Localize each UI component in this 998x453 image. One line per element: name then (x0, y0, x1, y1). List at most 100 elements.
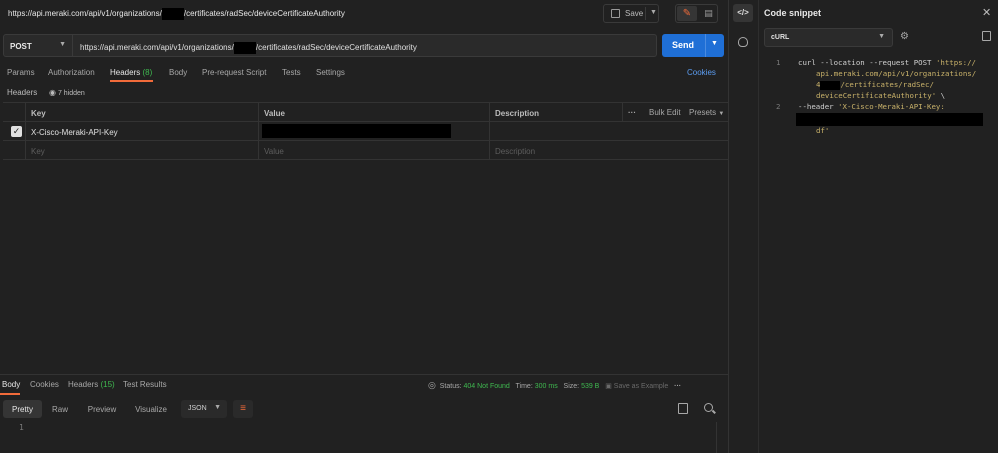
response-headers-count: (15) (100, 380, 115, 389)
send-label: Send (672, 40, 695, 50)
copy-icon[interactable] (678, 403, 688, 414)
code-line: 4/certificates/radSec/ (816, 80, 934, 90)
redacted-org-id (161, 8, 184, 20)
copy-snippet-icon[interactable] (982, 31, 991, 41)
gear-icon[interactable]: ⚙ (900, 31, 909, 42)
wrap-lines-icon[interactable]: ≡ (233, 400, 253, 418)
chevron-down-icon: ▼ (878, 33, 885, 40)
new-key-input[interactable]: Key (25, 141, 258, 159)
size-value[interactable]: 539 B (581, 383, 599, 390)
column-header-description: Description (489, 103, 622, 121)
column-header-value: Value (258, 103, 489, 121)
url-input[interactable]: https://api.meraki.com/api/v1/organizati… (73, 34, 657, 57)
tab-tests[interactable]: Tests (282, 68, 301, 77)
header-description-cell[interactable] (489, 122, 728, 140)
response-tab-headers[interactable]: Headers (15) (68, 380, 115, 389)
bulk-edit-button[interactable]: Bulk Edit (649, 108, 681, 117)
more-options-icon[interactable]: ··· (628, 108, 636, 117)
snippet-language-select[interactable]: cURL ▼ (764, 28, 893, 47)
language-label: cURL (771, 34, 790, 41)
hidden-headers-toggle[interactable]: ◉ 7 hidden (49, 88, 85, 97)
view-preview[interactable]: Preview (83, 400, 121, 418)
time-label: Time: (515, 383, 533, 390)
presets-label: Presets (689, 108, 717, 117)
tab-params[interactable]: Params (7, 68, 35, 77)
save-example-label: Save as Example (613, 383, 669, 390)
format-label: JSON (188, 405, 207, 412)
eye-icon: ◉ (49, 88, 56, 97)
header-value-cell[interactable] (258, 122, 489, 140)
close-icon[interactable]: ✕ (982, 6, 991, 19)
size-label: Size: (563, 383, 580, 390)
tab-authorization[interactable]: Authorization (48, 68, 95, 77)
table-row: ✓ X-Cisco-Meraki-API-Key (3, 121, 728, 141)
request-bar: POST ▼ https://api.meraki.com/api/v1/org… (3, 34, 728, 57)
view-visualize[interactable]: Visualize (131, 400, 171, 418)
code-snippet-icon[interactable]: </> (733, 4, 753, 22)
view-raw[interactable]: Raw (47, 400, 73, 418)
chevron-down-icon: ▼ (718, 111, 725, 117)
table-row: Key Value Description (3, 140, 728, 160)
tab-headers[interactable]: Headers (8) (110, 68, 152, 77)
method-select[interactable]: POST ▼ (3, 34, 73, 57)
response-tab-cookies[interactable]: Cookies (30, 380, 59, 389)
view-pretty[interactable]: Pretty (3, 400, 42, 418)
hidden-count-label: 7 hidden (57, 90, 85, 97)
pane-divider[interactable] (728, 0, 729, 453)
code-line: df' (816, 126, 830, 135)
headers-table: Key Value Description ··· Bulk Edit Pres… (3, 102, 728, 160)
documentation-icon[interactable]: ▤ (700, 6, 717, 21)
more-options-icon[interactable]: ··· (674, 383, 681, 390)
send-options-chevron-icon[interactable]: ▼ (711, 40, 718, 47)
status-value[interactable]: 404 Not Found (464, 383, 510, 390)
response-status-bar: ◎ Status: 404 Not Found Time: 300 ms Siz… (428, 380, 681, 391)
send-button[interactable]: Send ▼ (662, 34, 724, 57)
response-divider[interactable] (0, 374, 728, 375)
url-suffix: /certificates/radSec/deviceCertificateAu… (255, 43, 417, 53)
new-value-input[interactable]: Value (258, 141, 489, 159)
response-format-select[interactable]: JSON ▼ (181, 400, 227, 418)
url-prefix: https://api.meraki.com/api/v1/organizati… (80, 43, 234, 53)
presets-button[interactable]: Presets ▼ (689, 108, 724, 117)
view-mode-toggle: ✎ ▤ (675, 4, 718, 23)
column-header-key: Key (25, 103, 258, 121)
save-options-chevron-icon[interactable]: ▼ (650, 9, 657, 16)
header-enabled-checkbox[interactable]: ✓ (11, 126, 22, 137)
redacted-api-key (262, 124, 451, 138)
search-icon[interactable] (704, 403, 713, 412)
tab-headers-count: (8) (142, 68, 153, 77)
tab-body[interactable]: Body (169, 68, 187, 77)
status-label: Status: (439, 383, 462, 390)
request-tab-title: https://api.meraki.com/api/v1/organizati… (8, 8, 345, 20)
code-line: deviceCertificateAuthority' \ (816, 91, 946, 100)
header-key-cell[interactable]: X-Cisco-Meraki-API-Key (25, 122, 258, 140)
globe-icon[interactable]: ◎ (428, 380, 436, 390)
new-description-input[interactable]: Description (489, 141, 728, 159)
headers-section-title: Headers (7, 88, 38, 97)
save-icon (611, 9, 620, 18)
cookies-link[interactable]: Cookies (687, 68, 716, 77)
tab-settings[interactable]: Settings (316, 68, 345, 77)
lightbulb-icon[interactable] (738, 37, 748, 47)
save-example-button[interactable]: ▣ Save as Example (605, 383, 668, 390)
active-response-tab-indicator (0, 393, 20, 395)
line-number: 1 (776, 58, 781, 67)
tab-pre-request-script[interactable]: Pre-request Script (202, 68, 266, 77)
code-line: api.meraki.com/api/v1/organizations/ (816, 69, 977, 78)
redacted-org-id (820, 80, 841, 90)
response-line-number: 1 (19, 423, 24, 432)
title-url-suffix: /certificates/radSec/deviceCertificateAu… (183, 9, 345, 19)
save-label: Save (625, 9, 644, 18)
request-title-bar: https://api.meraki.com/api/v1/organizati… (0, 0, 728, 26)
response-tab-body[interactable]: Body (2, 380, 20, 389)
code-line: curl --location --request POST 'https:// (798, 58, 976, 67)
response-scrollbar[interactable] (716, 422, 717, 453)
edit-pencil-icon[interactable]: ✎ (677, 6, 697, 21)
code-line: --header 'X-Cisco-Meraki-API-Key: (798, 102, 945, 111)
save-button[interactable]: Save ▼ (603, 4, 659, 23)
chevron-down-icon: ▼ (59, 41, 66, 48)
chevron-down-icon: ▼ (214, 404, 221, 411)
time-value[interactable]: 300 ms (535, 383, 558, 390)
method-label: POST (10, 42, 32, 51)
response-tab-test-results[interactable]: Test Results (123, 380, 167, 389)
